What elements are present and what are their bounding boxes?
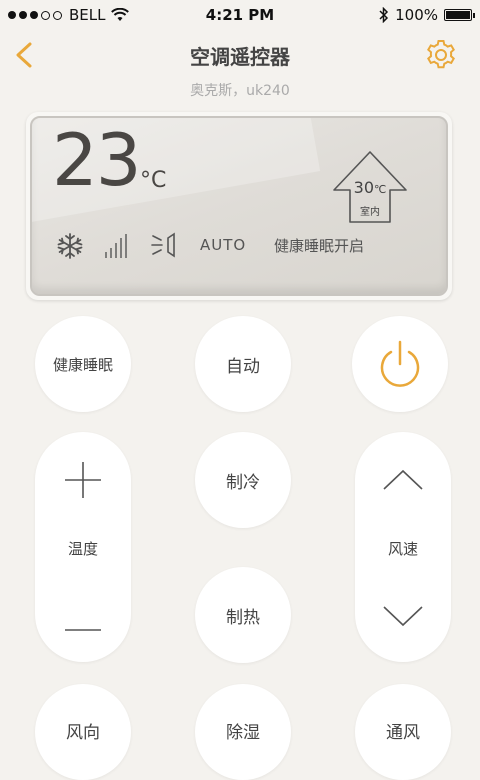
cool-mode-button[interactable]: 制冷 [195,432,291,528]
direction-label: 风向 [66,722,100,743]
ventilate-button[interactable]: 通风 [355,684,451,780]
heat-mode-label: 制热 [226,607,260,628]
fan-mode-text: AUTO [200,236,247,254]
indoor-temperature-value: 30 [353,178,374,197]
page-title: 空调遥控器 [190,45,290,69]
minus-icon [65,629,101,631]
fan-speed-control: 风速 [355,432,451,662]
device-subtitle: 奥克斯，uk240 [190,83,290,99]
cool-mode-label: 制冷 [226,472,260,493]
direction-button[interactable]: 风向 [35,684,131,780]
auto-mode-label: 自动 [226,356,260,377]
indoor-label: 室内 [360,207,380,218]
healthy-sleep-button[interactable]: 健康睡眠 [35,316,131,412]
ventilate-label: 通风 [386,722,420,743]
sleep-status-text: 健康睡眠开启 [274,237,365,255]
status-bar: BELL 4:21 PM 100% [0,0,480,30]
indoor-temperature-unit: ℃ [374,183,387,196]
power-icon [380,340,420,387]
chevron-down-icon [383,606,423,627]
set-temperature: 23 [52,118,142,202]
battery-icon [444,9,475,21]
set-temperature-unit: °C [140,168,167,193]
gear-icon[interactable] [424,38,458,72]
dehumidify-label: 除湿 [226,722,260,743]
swing-icon [151,232,175,258]
healthy-sleep-label: 健康睡眠 [52,355,113,374]
dehumidify-button[interactable]: 除湿 [195,684,291,780]
power-button[interactable] [352,316,448,412]
fan-speed-label: 风速 [387,540,418,558]
temperature-label: 温度 [67,540,98,558]
fan-speed-down-button[interactable] [373,584,433,644]
battery-percent: 100% [395,6,438,24]
snowflake-icon [57,233,83,259]
bluetooth-icon [379,7,389,23]
temperature-down-button[interactable] [53,584,113,644]
fan-speed-icon [105,234,127,258]
plus-icon [65,462,101,498]
heat-mode-button[interactable]: 制热 [195,567,291,663]
chevron-up-icon [383,469,423,490]
indoor-temperature: 30℃ [345,178,395,197]
fan-speed-up-button[interactable] [373,450,433,510]
auto-mode-button[interactable]: 自动 [195,316,291,412]
temperature-up-button[interactable] [53,450,113,510]
temperature-control: 温度 [35,432,131,662]
